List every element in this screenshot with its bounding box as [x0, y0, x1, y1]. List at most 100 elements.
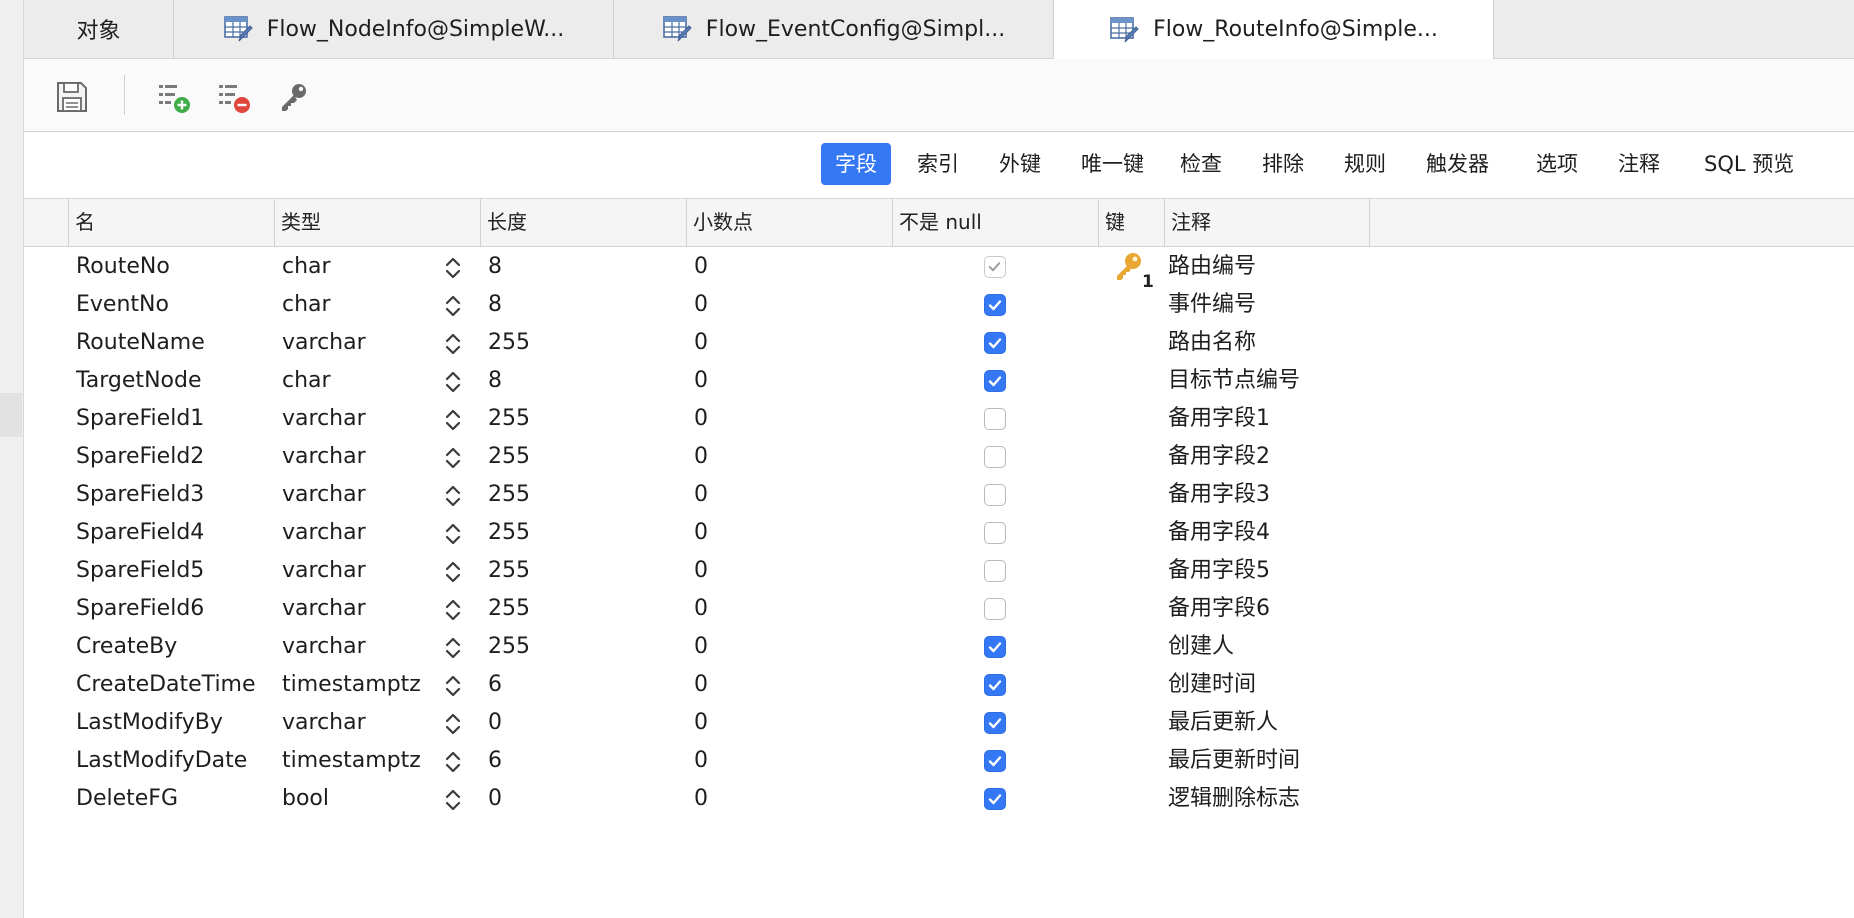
- type-stepper-icon[interactable]: [444, 711, 462, 737]
- field-length[interactable]: 0: [488, 780, 502, 818]
- type-stepper-icon[interactable]: [444, 673, 462, 699]
- type-stepper-icon[interactable]: [444, 483, 462, 509]
- column-header-comment[interactable]: 注释: [1164, 199, 1370, 246]
- subtab-unique-keys[interactable]: 唯一键: [1067, 143, 1158, 185]
- type-stepper-icon[interactable]: [444, 521, 462, 547]
- field-row[interactable]: LastModifyDate timestamptz 6 0 最后更新时间: [24, 742, 1854, 780]
- column-header-key[interactable]: 键: [1098, 199, 1164, 246]
- field-name[interactable]: SpareField5: [76, 552, 204, 590]
- field-comment[interactable]: 路由编号: [1168, 248, 1256, 286]
- field-row[interactable]: SpareField6 varchar 255 0 备用字段6: [24, 590, 1854, 628]
- field-decimal[interactable]: 0: [694, 286, 708, 324]
- subtab-triggers[interactable]: 触发器: [1412, 143, 1503, 185]
- field-name[interactable]: SpareField4: [76, 514, 204, 552]
- field-type[interactable]: varchar: [282, 324, 366, 362]
- field-type[interactable]: char: [282, 248, 331, 286]
- type-stepper-icon[interactable]: [444, 635, 462, 661]
- tab-flow-routeinfo[interactable]: Flow_RouteInfo@Simple...: [1054, 0, 1494, 59]
- type-stepper-icon[interactable]: [444, 749, 462, 775]
- field-row[interactable]: SpareField5 varchar 255 0 备用字段5: [24, 552, 1854, 590]
- field-comment[interactable]: 备用字段3: [1168, 476, 1270, 514]
- column-header-type[interactable]: 类型: [274, 199, 480, 246]
- field-comment[interactable]: 目标节点编号: [1168, 362, 1300, 400]
- field-decimal[interactable]: 0: [694, 362, 708, 400]
- tab-flow-nodeinfo[interactable]: Flow_NodeInfo@SimpleW...: [174, 0, 614, 58]
- field-name[interactable]: DeleteFG: [76, 780, 178, 818]
- field-name[interactable]: LastModifyBy: [76, 704, 223, 742]
- field-decimal[interactable]: 0: [694, 704, 708, 742]
- field-type[interactable]: timestamptz: [282, 666, 421, 704]
- field-decimal[interactable]: 0: [694, 248, 708, 286]
- field-comment[interactable]: 创建人: [1168, 628, 1234, 666]
- not-null-checkbox[interactable]: [984, 332, 1006, 354]
- not-null-checkbox[interactable]: [984, 408, 1006, 430]
- field-length[interactable]: 6: [488, 666, 502, 704]
- field-decimal[interactable]: 0: [694, 666, 708, 704]
- field-decimal[interactable]: 0: [694, 780, 708, 818]
- primary-key-indicator[interactable]: 1: [1114, 251, 1158, 292]
- field-row[interactable]: TargetNode char 8 0 目标节点编号: [24, 362, 1854, 400]
- type-stepper-icon[interactable]: [444, 445, 462, 471]
- subtab-options[interactable]: 选项: [1522, 143, 1592, 185]
- field-comment[interactable]: 备用字段5: [1168, 552, 1270, 590]
- field-length[interactable]: 255: [488, 400, 530, 438]
- field-row[interactable]: RouteNo char 8 0 1 路由编号: [24, 248, 1854, 292]
- field-row[interactable]: SpareField3 varchar 255 0 备用字段3: [24, 476, 1854, 514]
- type-stepper-icon[interactable]: [444, 787, 462, 813]
- field-name[interactable]: TargetNode: [76, 362, 201, 400]
- field-decimal[interactable]: 0: [694, 628, 708, 666]
- field-length[interactable]: 8: [488, 248, 502, 286]
- field-name[interactable]: CreateDateTime: [76, 666, 256, 704]
- field-name[interactable]: SpareField2: [76, 438, 204, 476]
- field-type[interactable]: varchar: [282, 552, 366, 590]
- field-type[interactable]: timestamptz: [282, 742, 421, 780]
- subtab-checks[interactable]: 检查: [1166, 143, 1236, 185]
- field-decimal[interactable]: 0: [694, 552, 708, 590]
- field-decimal[interactable]: 0: [694, 324, 708, 362]
- field-type[interactable]: char: [282, 362, 331, 400]
- field-row[interactable]: SpareField1 varchar 255 0 备用字段1: [24, 400, 1854, 438]
- type-stepper-icon[interactable]: [444, 255, 462, 281]
- not-null-checkbox[interactable]: [984, 370, 1006, 392]
- not-null-checkbox[interactable]: [984, 598, 1006, 620]
- field-comment[interactable]: 最后更新人: [1168, 704, 1278, 742]
- subtab-rules[interactable]: 规则: [1330, 143, 1400, 185]
- field-name[interactable]: LastModifyDate: [76, 742, 247, 780]
- field-type[interactable]: varchar: [282, 438, 366, 476]
- field-length[interactable]: 255: [488, 552, 530, 590]
- field-row[interactable]: EventNo char 8 0 事件编号: [24, 286, 1854, 324]
- subtab-indexes[interactable]: 索引: [903, 143, 973, 185]
- field-name[interactable]: CreateBy: [76, 628, 177, 666]
- field-comment[interactable]: 事件编号: [1168, 286, 1256, 324]
- field-length[interactable]: 255: [488, 590, 530, 628]
- field-type[interactable]: varchar: [282, 400, 366, 438]
- field-length[interactable]: 0: [488, 704, 502, 742]
- field-name[interactable]: SpareField6: [76, 590, 204, 628]
- field-type[interactable]: varchar: [282, 704, 366, 742]
- field-type[interactable]: varchar: [282, 590, 366, 628]
- save-button[interactable]: [52, 77, 92, 117]
- field-name[interactable]: SpareField1: [76, 400, 204, 438]
- not-null-checkbox[interactable]: [984, 294, 1006, 316]
- subtab-fields[interactable]: 字段: [821, 143, 891, 185]
- not-null-checkbox[interactable]: [984, 256, 1006, 278]
- not-null-checkbox[interactable]: [984, 712, 1006, 734]
- not-null-checkbox[interactable]: [984, 636, 1006, 658]
- field-decimal[interactable]: 0: [694, 400, 708, 438]
- type-stepper-icon[interactable]: [444, 597, 462, 623]
- subtab-comments[interactable]: 注释: [1604, 143, 1674, 185]
- field-decimal[interactable]: 0: [694, 514, 708, 552]
- field-row[interactable]: SpareField4 varchar 255 0 备用字段4: [24, 514, 1854, 552]
- field-length[interactable]: 255: [488, 476, 530, 514]
- not-null-checkbox[interactable]: [984, 788, 1006, 810]
- type-stepper-icon[interactable]: [444, 293, 462, 319]
- type-stepper-icon[interactable]: [444, 331, 462, 357]
- field-comment[interactable]: 最后更新时间: [1168, 742, 1300, 780]
- column-header-length[interactable]: 长度: [480, 199, 686, 246]
- field-comment[interactable]: 逻辑删除标志: [1168, 780, 1300, 818]
- subtab-excludes[interactable]: 排除: [1248, 143, 1318, 185]
- add-field-button[interactable]: [154, 77, 194, 117]
- field-type[interactable]: char: [282, 286, 331, 324]
- field-decimal[interactable]: 0: [694, 590, 708, 628]
- not-null-checkbox[interactable]: [984, 484, 1006, 506]
